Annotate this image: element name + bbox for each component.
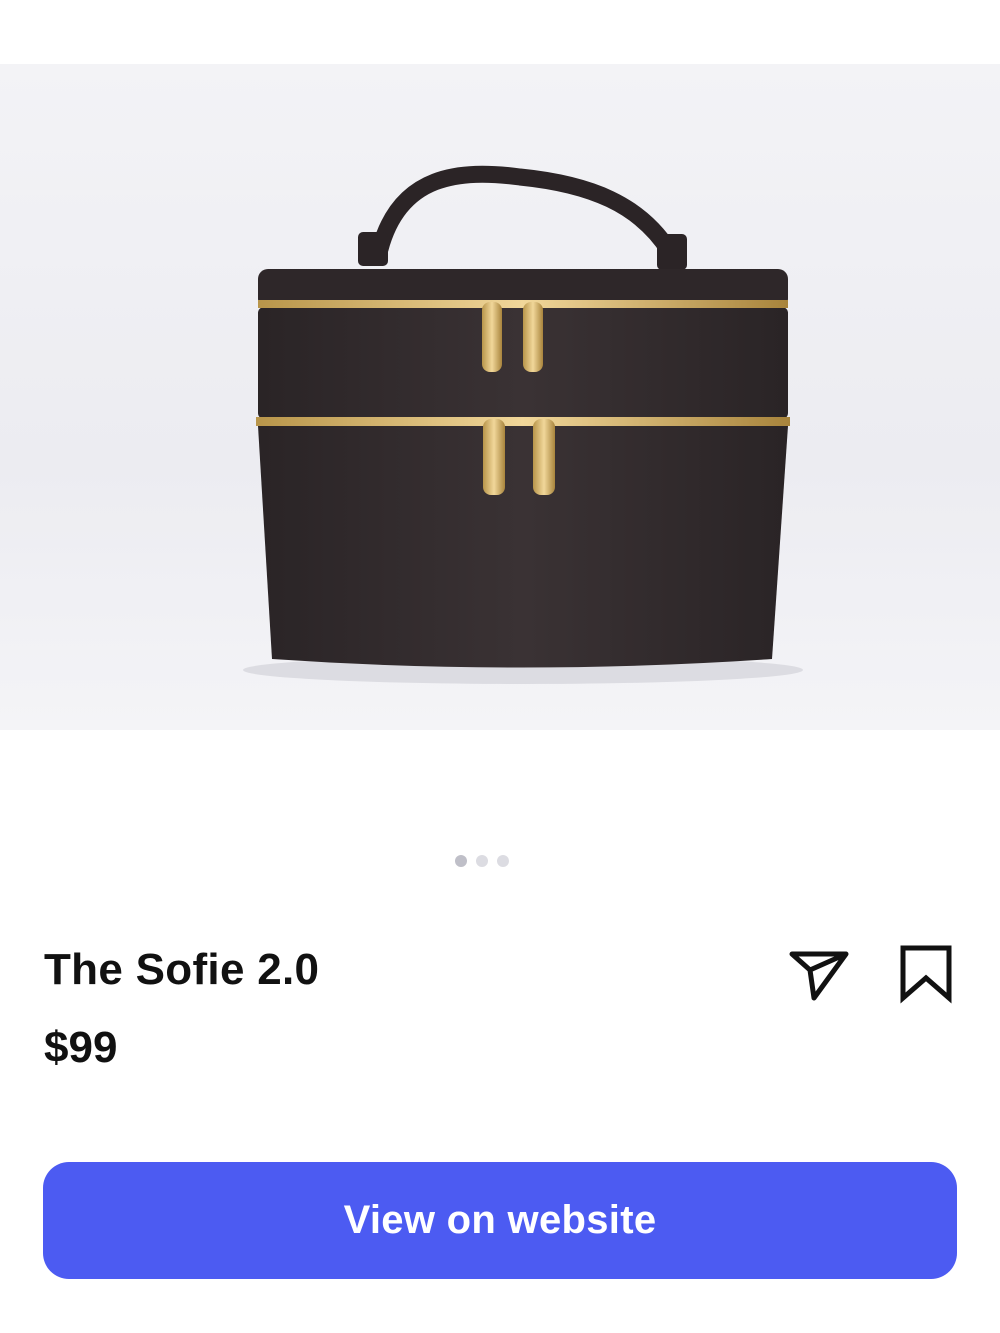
bookmark-icon xyxy=(900,945,952,1004)
carousel-indicator xyxy=(455,855,509,867)
product-title: The Sofie 2.0 xyxy=(44,945,320,994)
view-on-website-button[interactable]: View on website xyxy=(43,1162,957,1279)
share-button[interactable] xyxy=(788,944,850,1004)
save-button[interactable] xyxy=(898,944,954,1004)
carousel-dot[interactable] xyxy=(476,855,488,867)
send-icon xyxy=(789,951,849,1001)
product-photo-graphic xyxy=(243,165,803,684)
carousel-dot[interactable] xyxy=(455,855,467,867)
product-image[interactable] xyxy=(0,64,1000,730)
carousel-dot[interactable] xyxy=(497,855,509,867)
product-price: $99 xyxy=(44,1023,118,1072)
